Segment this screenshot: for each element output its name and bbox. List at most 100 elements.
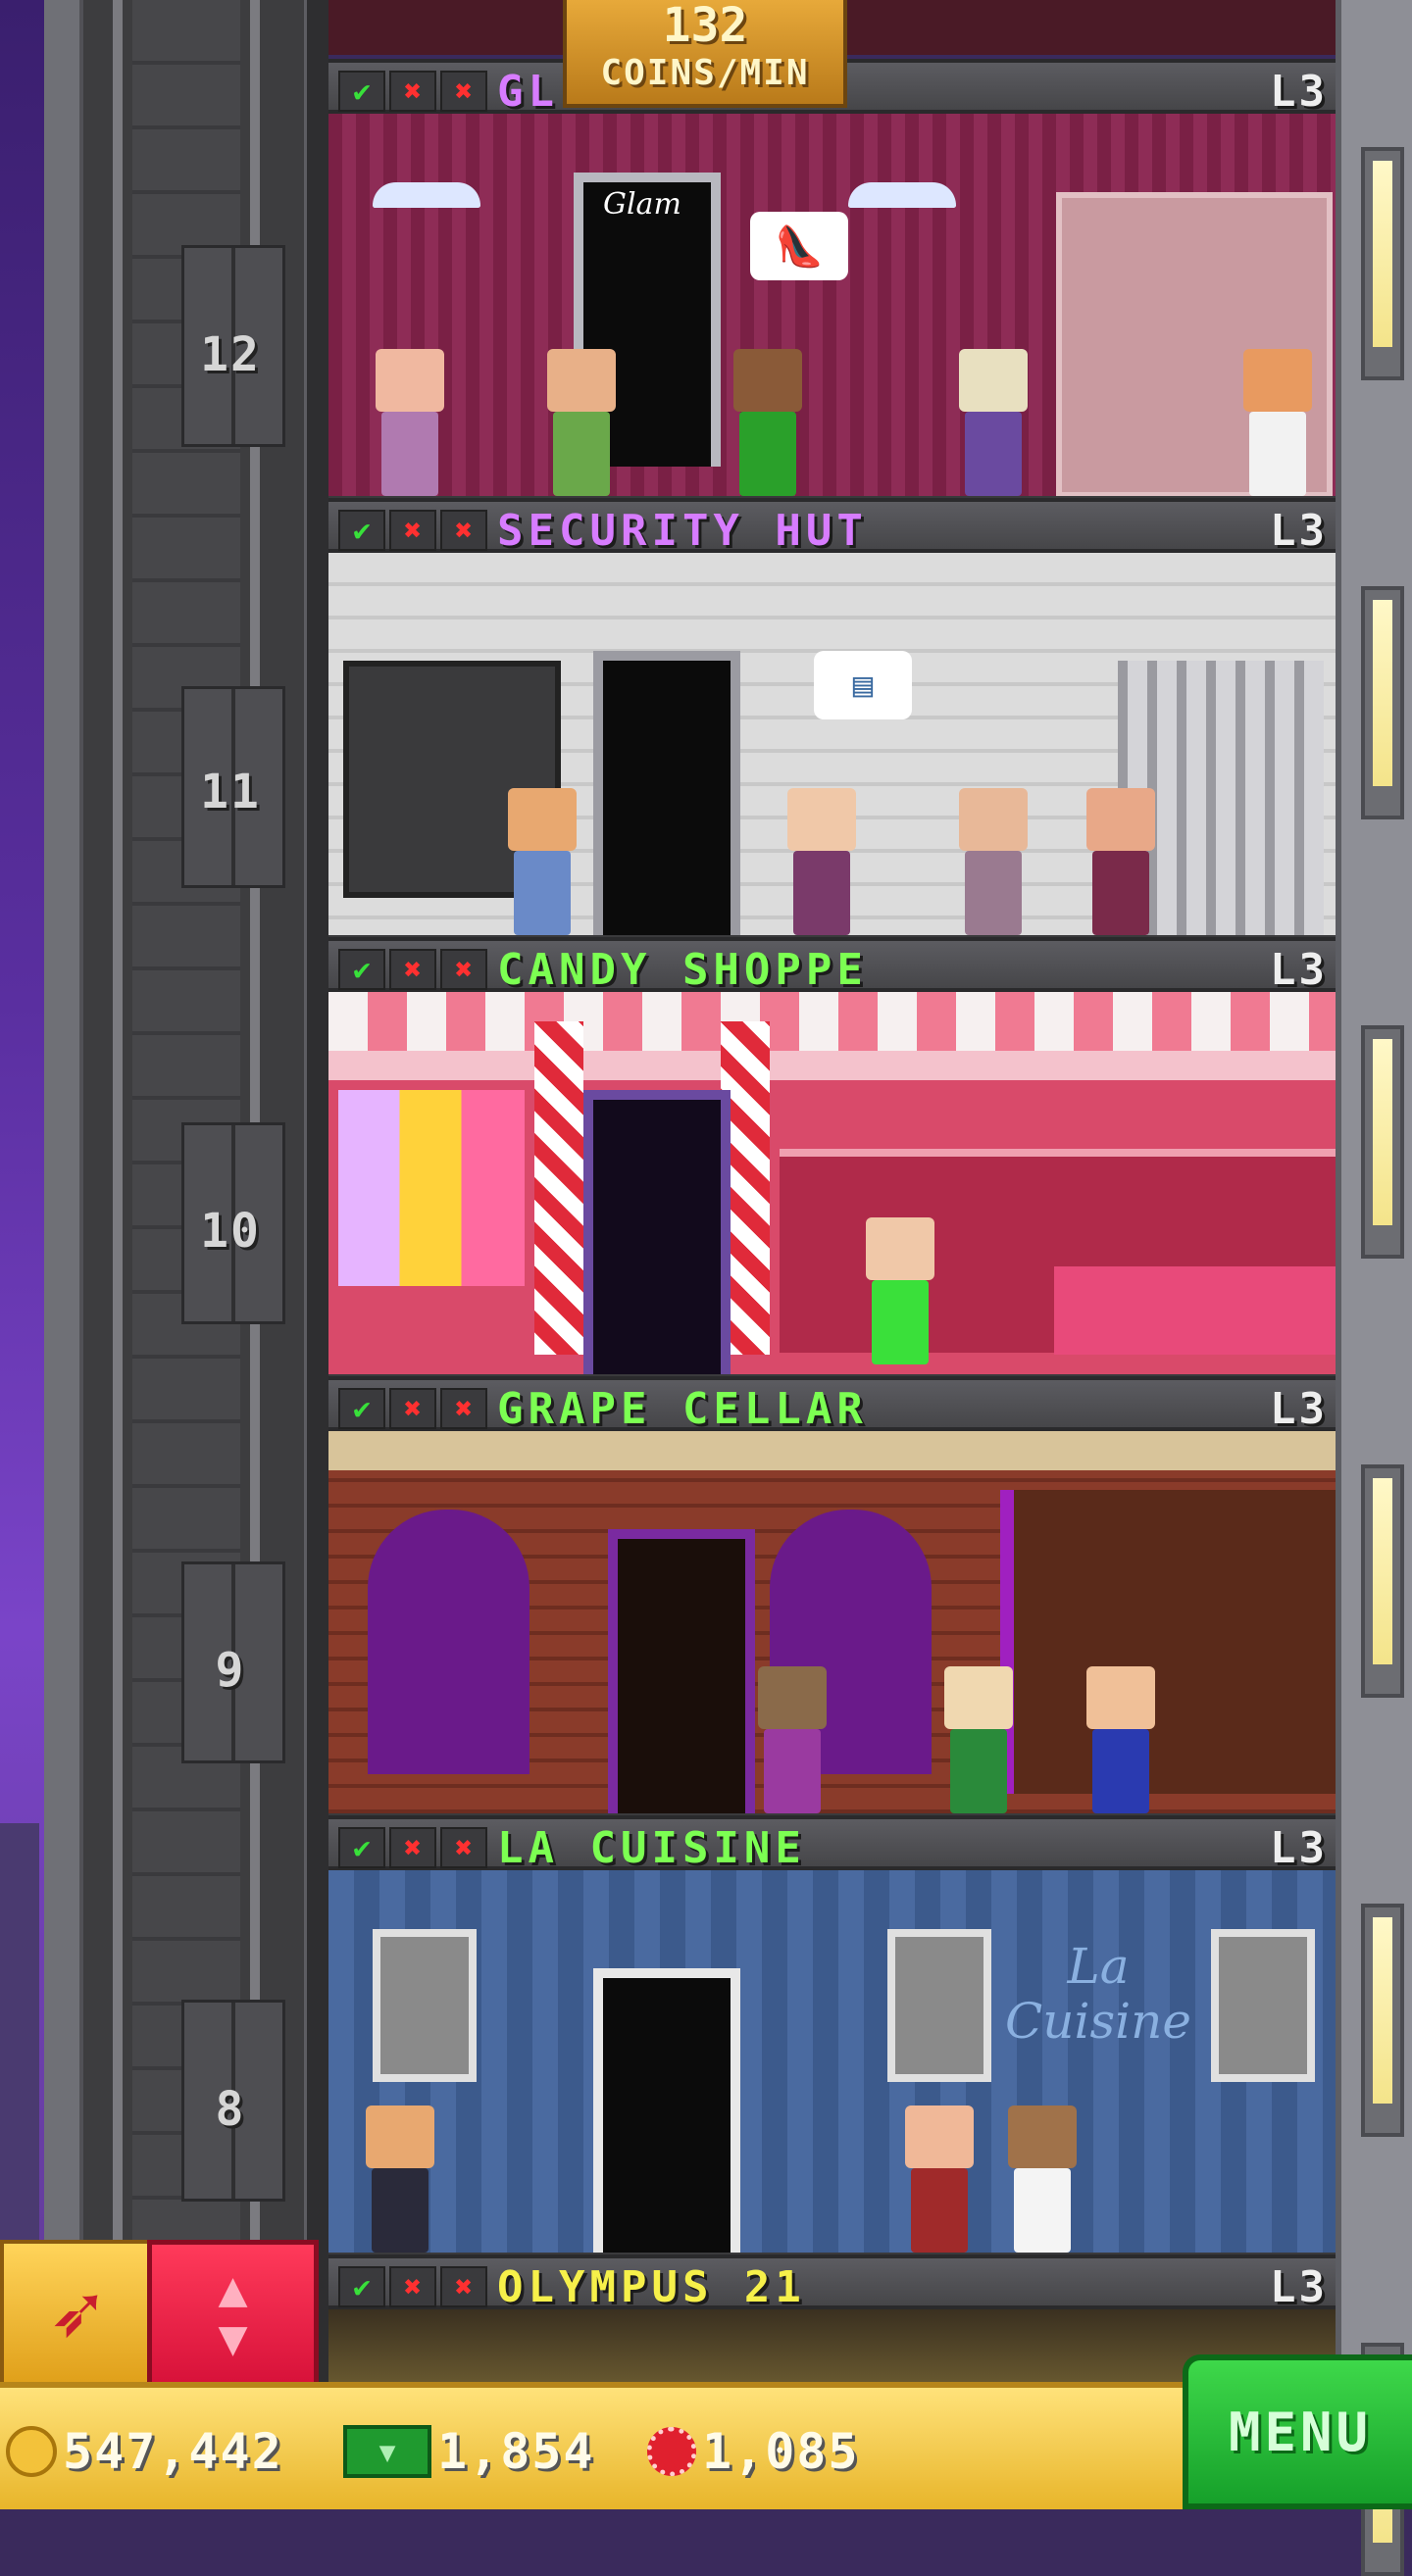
check-icon: ✔ [338,510,385,551]
floor-level: L3 [1270,67,1328,117]
floor-number: 10 [200,1204,261,1259]
bitizen[interactable] [368,349,452,496]
bitizen[interactable] [951,788,1035,935]
floor-number: 9 [215,1643,246,1698]
room-scene[interactable] [328,1431,1336,1819]
bitizen[interactable] [500,788,584,935]
cross-icon: ✖ [389,2266,436,2307]
coins-value: 547,442 [63,2423,283,2480]
floor-header[interactable]: ✔ ✖ ✖ OLYMPUS 21 L3 [328,2254,1336,2312]
raffle-button[interactable]: ➶ [0,2240,152,2387]
cross-icon: ✖ [389,71,436,112]
room-scene[interactable] [328,992,1336,1380]
candy-counter [1054,1266,1336,1355]
room-door [608,1529,755,1813]
coin-icon [6,2426,57,2477]
floor-header[interactable]: ✔ ✖ ✖ LA CUISINE L3 [328,1815,1336,1873]
room-door [593,1968,740,2253]
check-icon: ✔ [338,71,385,112]
chips-value: 1,085 [702,2423,860,2480]
wall-painting [887,1929,991,2082]
floor-name: CANDY SHOPPE [497,945,868,995]
computer-icon: ▤ [814,651,912,719]
bitizen[interactable] [358,2105,442,2253]
bitizen[interactable] [1079,788,1163,935]
floor-level: L3 [1270,2262,1328,2312]
floor-name: GRAPE CELLAR [497,1384,868,1434]
room-door [583,1090,731,1374]
floor-name: SECURITY HUT [497,506,868,556]
bitizen[interactable] [1236,349,1320,496]
resource-bar: 547,442 ▼ 1,854 1,085 [0,2382,1186,2509]
menu-button[interactable]: MENU [1183,2354,1412,2509]
shoe-icon: 👠 [750,212,848,280]
floor-level: L3 [1270,1823,1328,1873]
store-sign: Glam [603,187,681,222]
bitizen[interactable] [539,349,624,496]
bitizen[interactable] [726,349,810,496]
wine-display [1000,1490,1336,1794]
cross-icon: ✖ [389,510,436,551]
cross-icon: ✖ [440,510,487,551]
bux-counter[interactable]: ▼ 1,854 [343,2423,595,2480]
check-icon: ✔ [338,1388,385,1429]
cross-icon: ✖ [389,1388,436,1429]
coin-rate-badge[interactable]: 132 COINS/MIN [563,0,847,108]
floor-header[interactable]: ✔ ✖ ✖ SECURITY HUT L3 [328,498,1336,556]
floor-level: L3 [1270,506,1328,556]
room-scene[interactable]: Glam 👠 [328,114,1336,502]
bitizen[interactable] [780,788,864,935]
bitizen[interactable] [1079,1666,1163,1813]
cross-icon: ✖ [389,949,436,990]
shaft-rail [113,0,123,2509]
exterior-window [1361,147,1404,380]
floor-name: OLYMPUS 21 [497,2262,806,2312]
cross-icon: ✖ [440,1827,487,1868]
bitizen[interactable] [750,1666,834,1813]
status-icons: ✔ ✖ ✖ [338,1827,487,1868]
rocket-icon: ➶ [49,2261,103,2365]
status-icons: ✔ ✖ ✖ [338,1388,487,1429]
chip-icon [647,2427,696,2476]
sky-background [0,0,44,2509]
ceiling-beam [328,1431,1336,1470]
exterior-window [1361,1025,1404,1259]
wall-painting [1211,1929,1315,2082]
bitizen[interactable] [951,349,1035,496]
room-scene[interactable]: ▤ [328,553,1336,941]
chips-counter[interactable]: 1,085 [647,2423,860,2480]
wine-rack [368,1510,530,1774]
restaurant-sign: La Cuisine [1005,1938,1191,2050]
chandelier [848,182,956,208]
coin-rate-unit: COINS/MIN [600,53,810,93]
bux-value: 1,854 [437,2423,595,2480]
floor-number: 11 [200,765,261,819]
floor-number: 12 [200,327,261,382]
elevator-button[interactable]: ▲ ▼ [147,2240,319,2387]
bitizen[interactable] [897,2105,982,2253]
chandelier [373,182,480,208]
status-icons: ✔ ✖ ✖ [338,510,487,551]
check-icon: ✔ [338,2266,385,2307]
floor-header[interactable]: ✔ ✖ ✖ CANDY SHOPPE L3 [328,937,1336,995]
bitizen[interactable] [1000,2105,1084,2253]
exterior-window [1361,1904,1404,2137]
floor-name: LA CUISINE [497,1823,806,1873]
shaft-frame [44,0,83,2509]
shaft-edge [304,0,328,2509]
coins-counter[interactable]: 547,442 [6,2423,283,2480]
exterior-window [1361,1464,1404,1698]
wall-painting [373,1929,477,2082]
bitizen[interactable] [858,1217,942,1364]
floor-number: 8 [215,2082,246,2137]
check-icon: ✔ [338,949,385,990]
room-scene[interactable]: La Cuisine [328,1870,1336,2258]
floor-level: L3 [1270,1384,1328,1434]
room-door [593,651,740,935]
cross-icon: ✖ [440,1388,487,1429]
floor-header[interactable]: ✔ ✖ ✖ GRAPE CELLAR L3 [328,1376,1336,1434]
candy-dispensers [338,1090,525,1286]
elevator-shaft[interactable]: 12 11 10 9 8 [44,0,328,2509]
bitizen[interactable] [936,1666,1021,1813]
cross-icon: ✖ [440,71,487,112]
